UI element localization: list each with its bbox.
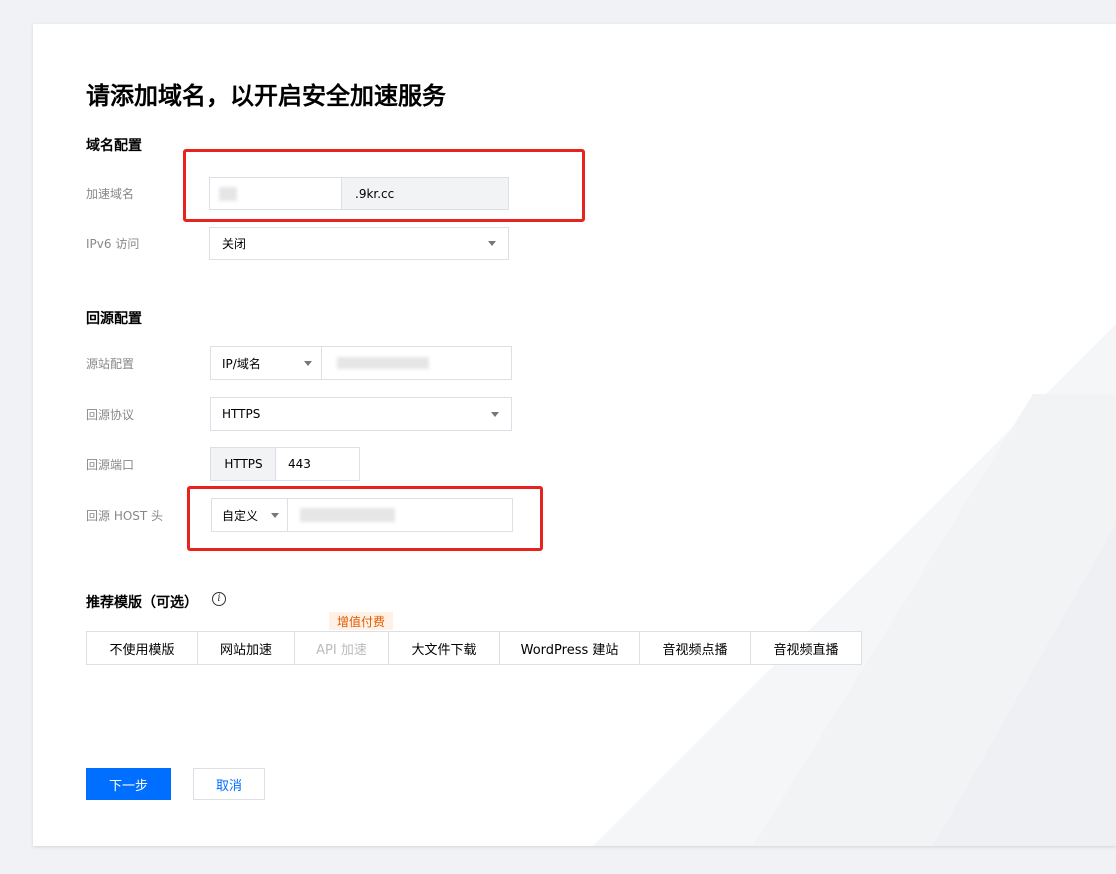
section-title-domain: 域名配置 xyxy=(86,138,142,154)
template-large-file[interactable]: 大文件下载 xyxy=(388,631,500,665)
cancel-button[interactable]: 取消 xyxy=(193,768,265,800)
origin-address-input[interactable] xyxy=(321,346,512,380)
port-input-value: 443 xyxy=(288,457,311,471)
template-none[interactable]: 不使用模版 xyxy=(86,631,198,665)
value-added-badge: 增值付费 xyxy=(329,612,393,630)
host-label: 回源 HOST 头 xyxy=(86,509,164,523)
background-decoration xyxy=(593,324,1116,846)
protocol-select-value: HTTPS xyxy=(222,407,261,421)
accel-domain-label: 加速域名 xyxy=(86,187,135,201)
template-tabs: 不使用模版 网站加速 API 加速 大文件下载 WordPress 建站 音视频… xyxy=(86,631,862,665)
protocol-label: 回源协议 xyxy=(86,408,135,422)
port-protocol-addon: HTTPS xyxy=(210,447,276,481)
template-api: API 加速 xyxy=(294,631,389,665)
section-title-templates: 推荐模版（可选） xyxy=(86,595,198,611)
highlight-box-domain xyxy=(183,149,585,222)
template-wordpress[interactable]: WordPress 建站 xyxy=(499,631,640,665)
caret-down-icon xyxy=(491,411,499,417)
protocol-select[interactable]: HTTPS xyxy=(210,397,512,431)
next-button[interactable]: 下一步 xyxy=(86,768,171,800)
template-vod[interactable]: 音视频点播 xyxy=(639,631,751,665)
template-live[interactable]: 音视频直播 xyxy=(750,631,862,665)
template-web[interactable]: 网站加速 xyxy=(197,631,295,665)
ipv6-label: IPv6 访问 xyxy=(86,237,140,251)
origin-label: 源站配置 xyxy=(86,357,135,371)
redacted-text xyxy=(337,357,429,369)
port-input[interactable]: 443 xyxy=(275,447,360,481)
ipv6-select-value: 关闭 xyxy=(222,237,247,251)
origin-type-select[interactable]: IP/域名 xyxy=(210,346,322,380)
section-title-origin: 回源配置 xyxy=(86,311,142,327)
info-icon[interactable]: i xyxy=(212,592,226,606)
main-card: 请添加域名，以开启安全加速服务 域名配置 加速域名 .9kr.cc IPv6 访… xyxy=(33,24,1116,846)
highlight-box-host xyxy=(187,486,543,551)
origin-type-value: IP/域名 xyxy=(222,356,261,371)
caret-down-icon xyxy=(488,241,496,246)
port-protocol-text: HTTPS xyxy=(224,457,263,471)
caret-down-icon xyxy=(304,360,312,366)
ipv6-select[interactable]: 关闭 xyxy=(209,227,509,260)
page-title: 请添加域名，以开启安全加速服务 xyxy=(86,82,446,110)
port-label: 回源端口 xyxy=(86,458,135,472)
